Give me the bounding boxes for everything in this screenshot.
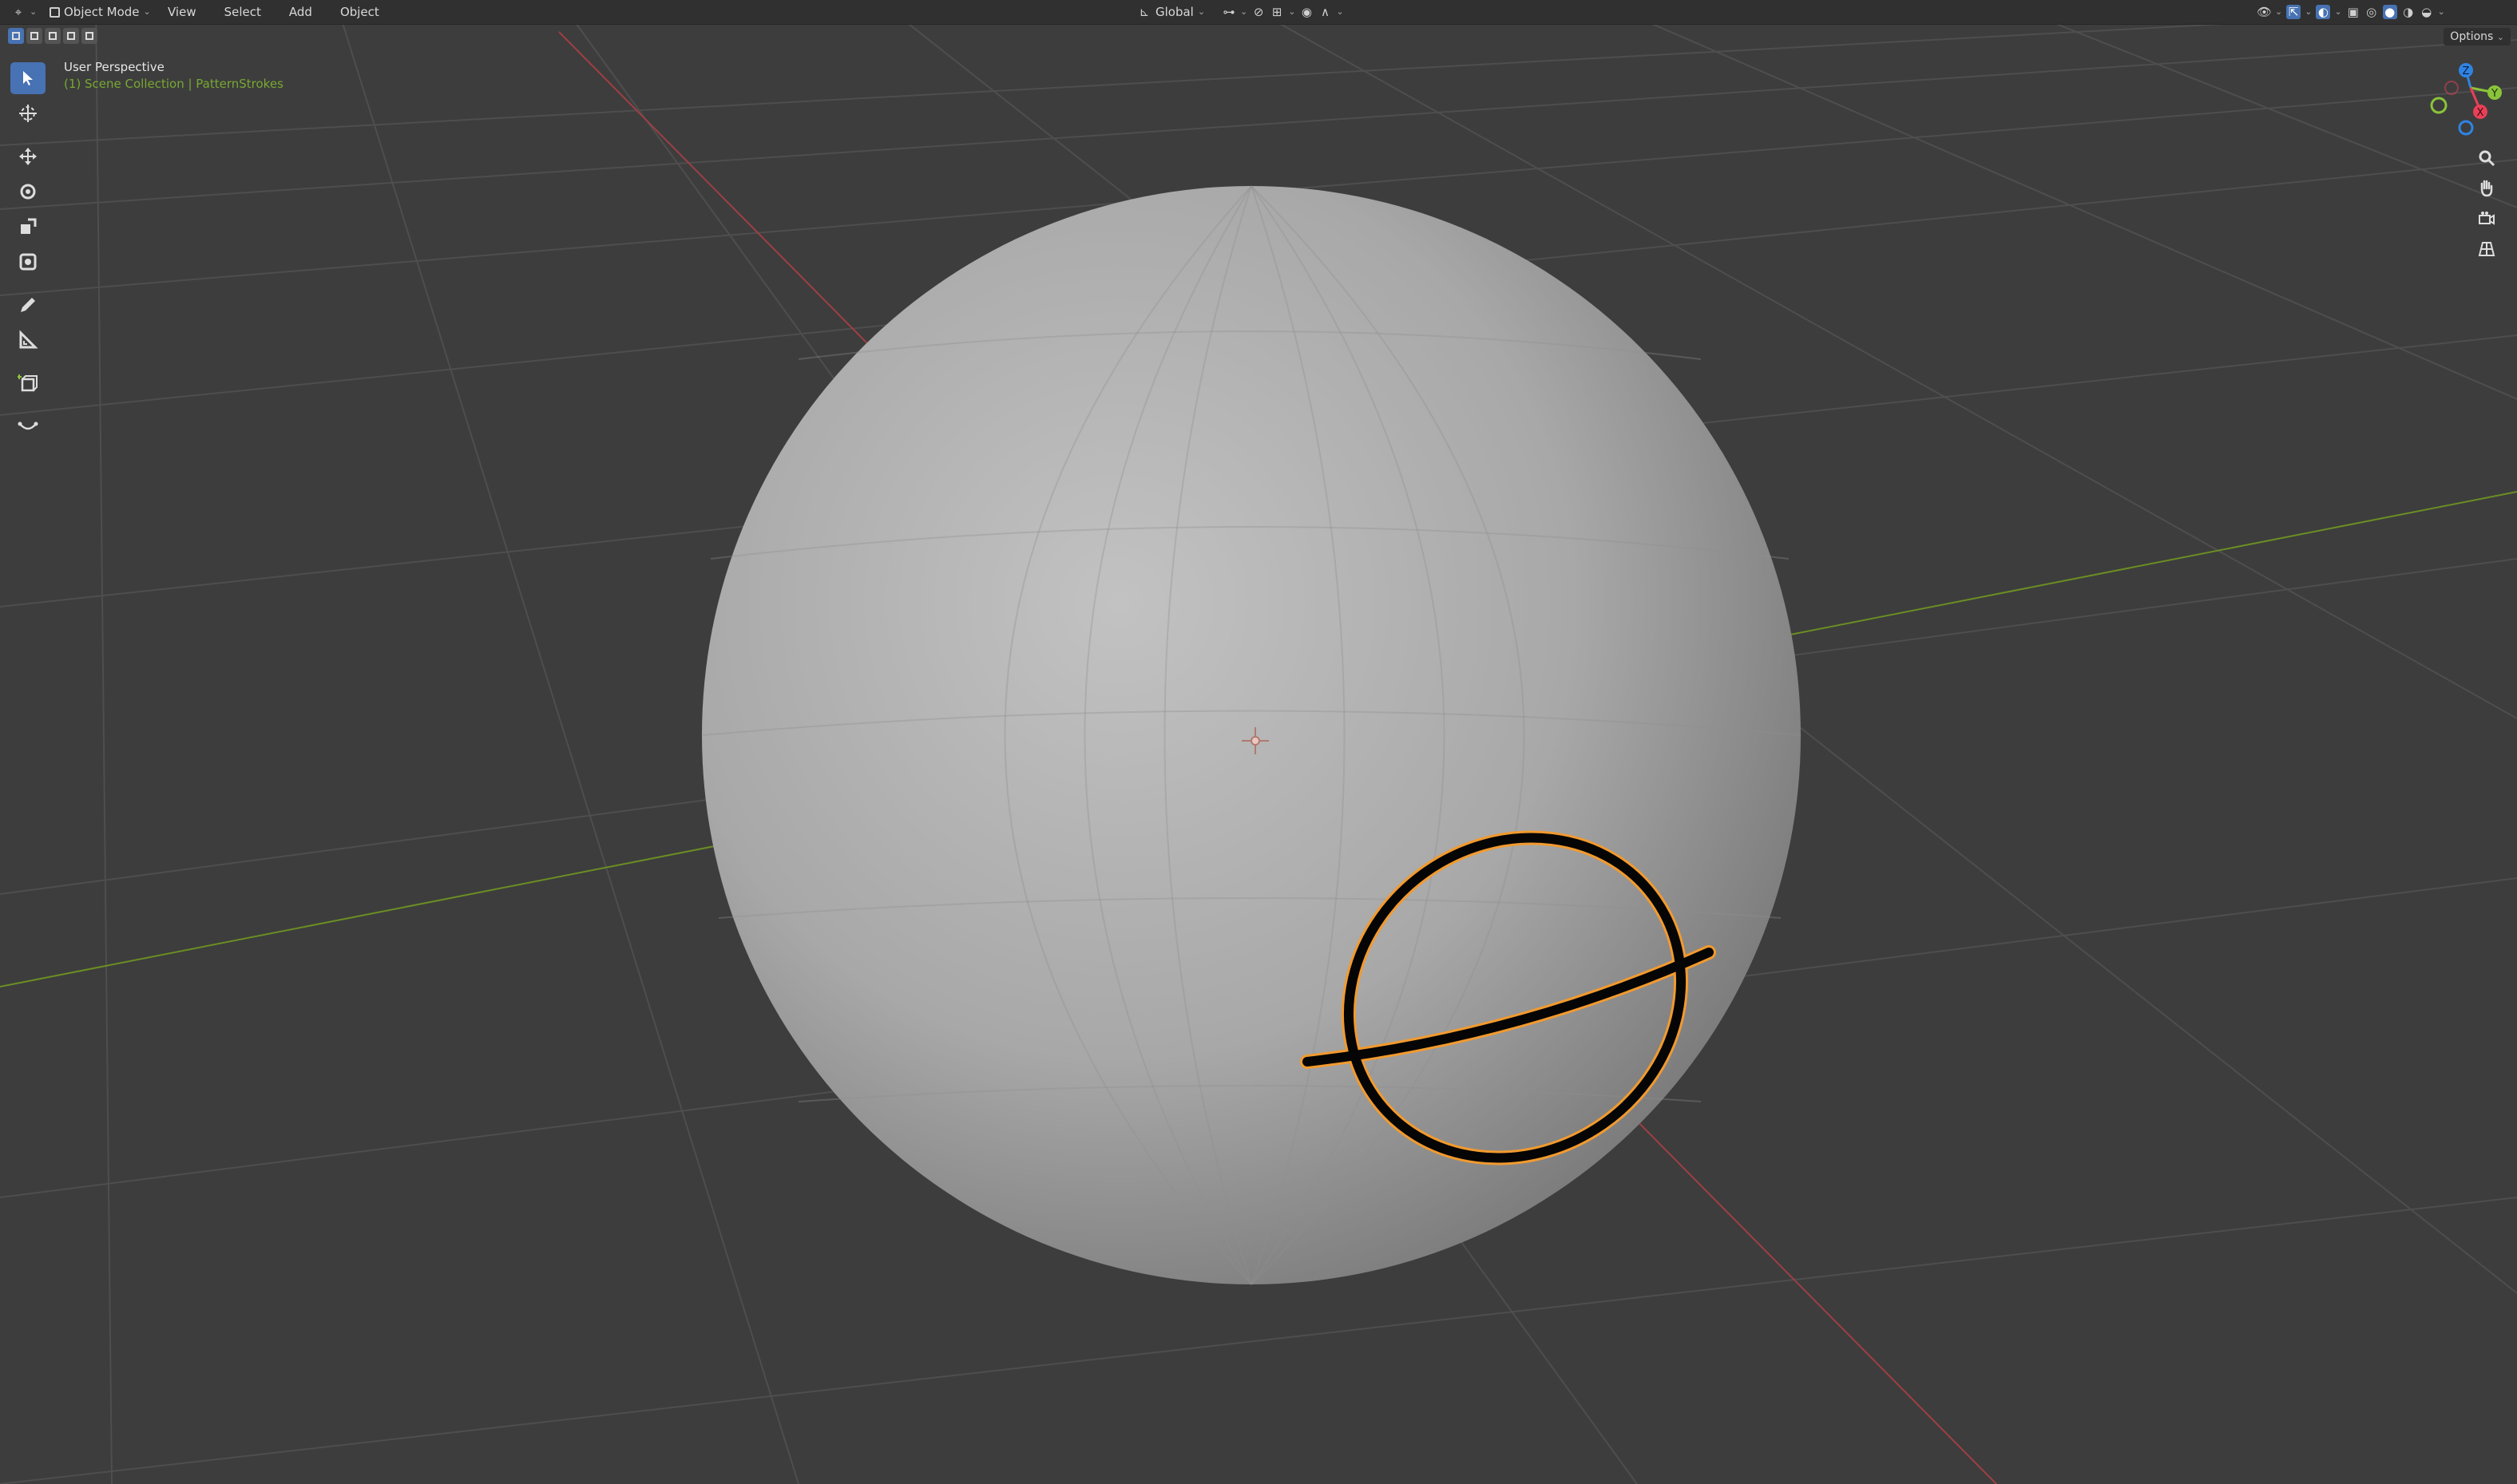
rendered-shading-icon[interactable]: ◒ <box>2420 5 2434 19</box>
select-new-button[interactable] <box>8 28 24 44</box>
add-cube-tool[interactable] <box>10 367 46 399</box>
3d-cursor-icon <box>19 105 37 122</box>
select-intersect-icon <box>85 32 93 40</box>
chevron-down-icon: ⌄ <box>1336 6 1344 17</box>
collection-path: (1) Scene Collection | PatternStrokes <box>64 77 283 91</box>
rotate-tool[interactable] <box>10 176 46 208</box>
navigation-gizmo[interactable]: Z Y X <box>2430 63 2502 136</box>
magnifier-icon <box>2479 150 2495 167</box>
transform-icon <box>19 253 37 271</box>
navigation-buttons <box>2471 144 2515 265</box>
move-arrows-icon <box>19 148 37 165</box>
chevron-down-icon: ⌄ <box>1197 6 1206 17</box>
ruler-icon <box>19 330 38 349</box>
scale-icon <box>21 218 37 234</box>
view-name: User Perspective <box>64 60 164 74</box>
menu-object[interactable]: Object <box>337 2 383 22</box>
scale-tool[interactable] <box>10 211 46 243</box>
snap-target-icon[interactable]: ⊞ <box>1270 5 1284 19</box>
pan-button[interactable] <box>2471 174 2503 203</box>
mode-selector[interactable]: Object Mode ⌄ <box>50 2 151 22</box>
proportional-edit-icon[interactable]: ◉ <box>1299 5 1314 19</box>
gizmo-x-label: X <box>2477 107 2484 119</box>
material-shading-icon[interactable]: ◑ <box>2401 5 2416 19</box>
visibility-icon[interactable]: 👁 <box>2257 5 2272 19</box>
camera-icon <box>2479 212 2495 225</box>
options-label: Options <box>2450 30 2494 43</box>
curve-tool[interactable] <box>10 410 46 442</box>
pivot-icon[interactable]: ⊶ <box>1222 5 1236 19</box>
transform-orientation-selector[interactable]: ⊾ Global ⌄ <box>1137 2 1205 22</box>
annotate-tool[interactable] <box>10 289 46 321</box>
gizmo-z-label: Z <box>2463 65 2470 77</box>
transform-tool[interactable] <box>10 246 46 278</box>
grid-perspective-icon <box>2478 242 2495 256</box>
gizmo-toggle-icon[interactable]: ⇱ <box>2286 5 2301 19</box>
options-button[interactable]: Options ⌄ <box>2444 28 2511 46</box>
solid-shading-icon[interactable]: ● <box>2382 5 2397 19</box>
snapping-controls: ⊶ ⌄ ⊘ ⊞ ⌄ ◉ ∧ ⌄ <box>1222 2 1344 22</box>
wireframe-shading-icon[interactable]: ◎ <box>2364 5 2379 19</box>
3d-viewport[interactable]: Z Y X <box>0 0 2517 1484</box>
move-tool[interactable] <box>10 140 46 172</box>
select-extend-icon <box>30 32 38 40</box>
xray-icon[interactable]: ▣ <box>2346 5 2360 19</box>
menu-add[interactable]: Add <box>286 2 315 22</box>
tool-shelf <box>10 62 46 445</box>
select-new-icon <box>12 32 20 40</box>
gizmo-y-label: Y <box>2491 88 2498 100</box>
select-intersect-button[interactable] <box>81 28 97 44</box>
viewport-canvas[interactable]: Z Y X <box>0 0 2517 1484</box>
editor-type-button[interactable]: ⌖ ⌄ <box>11 2 37 22</box>
cursor-tool[interactable] <box>10 97 46 129</box>
select-subtract-icon <box>49 32 57 40</box>
measure-tool[interactable] <box>10 324 46 356</box>
pencil-icon <box>21 298 35 312</box>
object-mode-icon <box>50 6 60 18</box>
snap-icon[interactable]: ⊘ <box>1251 5 1266 19</box>
header-menus: View Select Add Object <box>164 2 383 22</box>
chevron-down-icon: ⌄ <box>2496 32 2504 42</box>
transform-orientation-label: Global <box>1155 5 1194 19</box>
menu-select[interactable]: Select <box>221 2 264 22</box>
mode-label: Object Mode <box>64 5 140 19</box>
add-cube-icon <box>18 374 38 392</box>
perspective-toggle-button[interactable] <box>2471 235 2503 263</box>
chevron-down-icon: ⌄ <box>2334 6 2342 17</box>
menu-view[interactable]: View <box>164 2 200 22</box>
uv-sphere[interactable] <box>702 185 1802 1285</box>
chevron-down-icon: ⌄ <box>1240 6 1248 17</box>
curve-icon <box>18 421 38 430</box>
viewport-info: User Perspective (1) Scene Collection | … <box>64 59 283 93</box>
chevron-down-icon: ⌄ <box>30 6 38 17</box>
3d-viewport-icon: ⌖ <box>14 5 22 19</box>
chevron-down-icon: ⌄ <box>143 6 151 17</box>
selection-mode-buttons <box>8 28 97 44</box>
select-difference-button[interactable] <box>63 28 79 44</box>
rotate-icon <box>20 184 36 200</box>
select-difference-icon <box>67 32 75 40</box>
viewport-header: ⌖ ⌄ Object Mode ⌄ View Select Add Object … <box>0 0 2517 25</box>
chevron-down-icon: ⌄ <box>2305 6 2313 17</box>
hand-icon <box>2480 180 2493 197</box>
camera-view-button[interactable] <box>2471 204 2503 233</box>
chevron-down-icon: ⌄ <box>2437 6 2445 17</box>
chevron-down-icon: ⌄ <box>2275 6 2283 17</box>
chevron-down-icon: ⌄ <box>1288 6 1296 17</box>
cursor-arrow-icon <box>23 71 33 85</box>
overlays-icon[interactable]: ◐ <box>2316 5 2331 19</box>
select-box-tool[interactable] <box>10 62 46 94</box>
select-subtract-button[interactable] <box>45 28 61 44</box>
orientation-icon: ⊾ <box>1139 5 1150 19</box>
select-extend-button[interactable] <box>26 28 42 44</box>
display-controls: 👁 ⌄ ⇱ ⌄ ◐ ⌄ ▣ ◎ ● ◑ ◒ ⌄ <box>2257 2 2445 22</box>
zoom-button[interactable] <box>2471 144 2503 172</box>
falloff-icon[interactable]: ∧ <box>1318 5 1332 19</box>
